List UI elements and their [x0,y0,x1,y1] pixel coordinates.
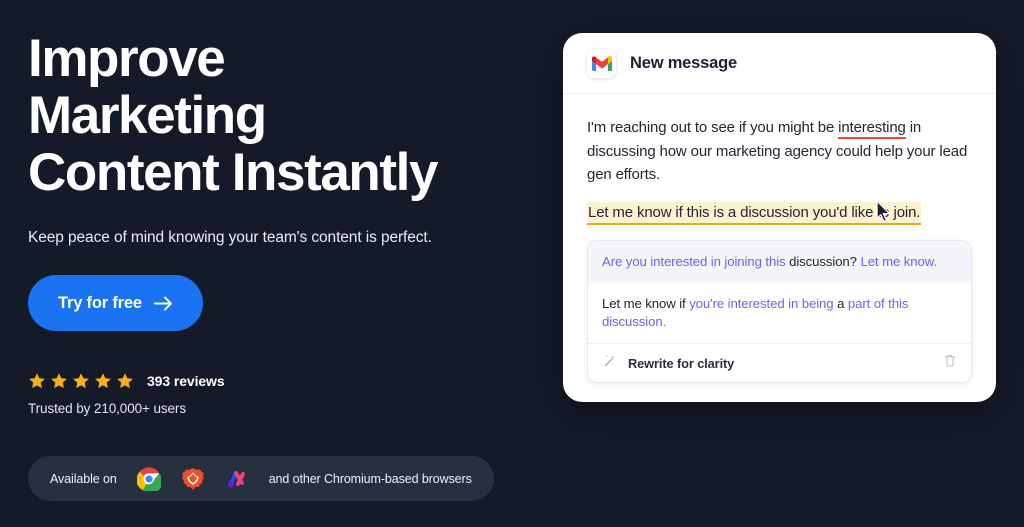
page-root: Improve Marketing Content Instantly Keep… [0,0,1024,527]
suggestion-1-seg-3: Let me know. [860,254,937,269]
card-body: I'm reaching out to see if you might be … [563,94,996,383]
try-for-free-button[interactable]: Try for free [28,275,203,331]
suggestion-panel: Are you interested in joining this discu… [587,240,972,383]
star-icon [95,373,111,389]
rating-row: 393 reviews [28,372,528,390]
email-paragraph-1: I'm reaching out to see if you might be … [587,116,972,187]
suggestion-2-seg-1: Let me know if [602,296,690,311]
rewrite-for-clarity-label: Rewrite for clarity [628,355,735,371]
suggestion-2-seg-3: a [833,296,848,311]
cta-label: Try for free [58,293,142,312]
suggestion-item-1[interactable]: Are you interested in joining this discu… [588,241,971,283]
suggestion-panel-footer: Rewrite for clarity [588,343,971,382]
hero-section: Improve Marketing Content Instantly Keep… [28,30,528,416]
star-icon [73,373,89,389]
star-rating [28,372,134,390]
suggestion-1-seg-2: discussion? [785,254,861,269]
card-title: New message [630,53,737,72]
hero-subheadline: Keep peace of mind knowing your team's c… [28,229,432,246]
star-icon [29,373,45,389]
star-icon [117,373,133,389]
arc-icon[interactable] [225,467,249,491]
trash-icon[interactable] [943,353,957,373]
trusted-by-label: Trusted by 210,000+ users [28,401,186,416]
other-browsers-label: and other Chromium-based browsers [268,471,472,486]
gmail-compose-card: New message I'm reaching out to see if y… [563,33,996,402]
email-paragraph-2-wrap: Let me know if this is a discussion you'… [587,201,972,225]
reviews-count: 393 reviews [147,373,225,389]
available-on-label: Available on [50,471,117,486]
star-icon [51,373,67,389]
suggestion-item-2[interactable]: Let me know if you're interested in bein… [588,283,971,343]
suggestion-1-seg-1: Are you interested in joining this [602,254,786,269]
gmail-icon [587,48,616,78]
suggestion-2-seg-2: you're interested in being [689,296,834,311]
arrow-right-icon [153,296,173,311]
grammar-error-text[interactable]: interesting [838,119,906,139]
card-header: New message [563,33,996,94]
browser-availability-pill: Available on and other Chromium-based br… [28,456,494,501]
brave-icon[interactable] [181,467,205,491]
chrome-icon[interactable] [136,466,161,491]
paragraph1-pre: I'm reaching out to see if you might be [587,119,839,136]
magic-wand-icon [602,353,617,373]
browser-icon-group [136,466,249,491]
highlighted-sentence[interactable]: Let me know if this is a discussion you'… [587,201,922,225]
page-title: Improve Marketing Content Instantly [28,29,438,202]
